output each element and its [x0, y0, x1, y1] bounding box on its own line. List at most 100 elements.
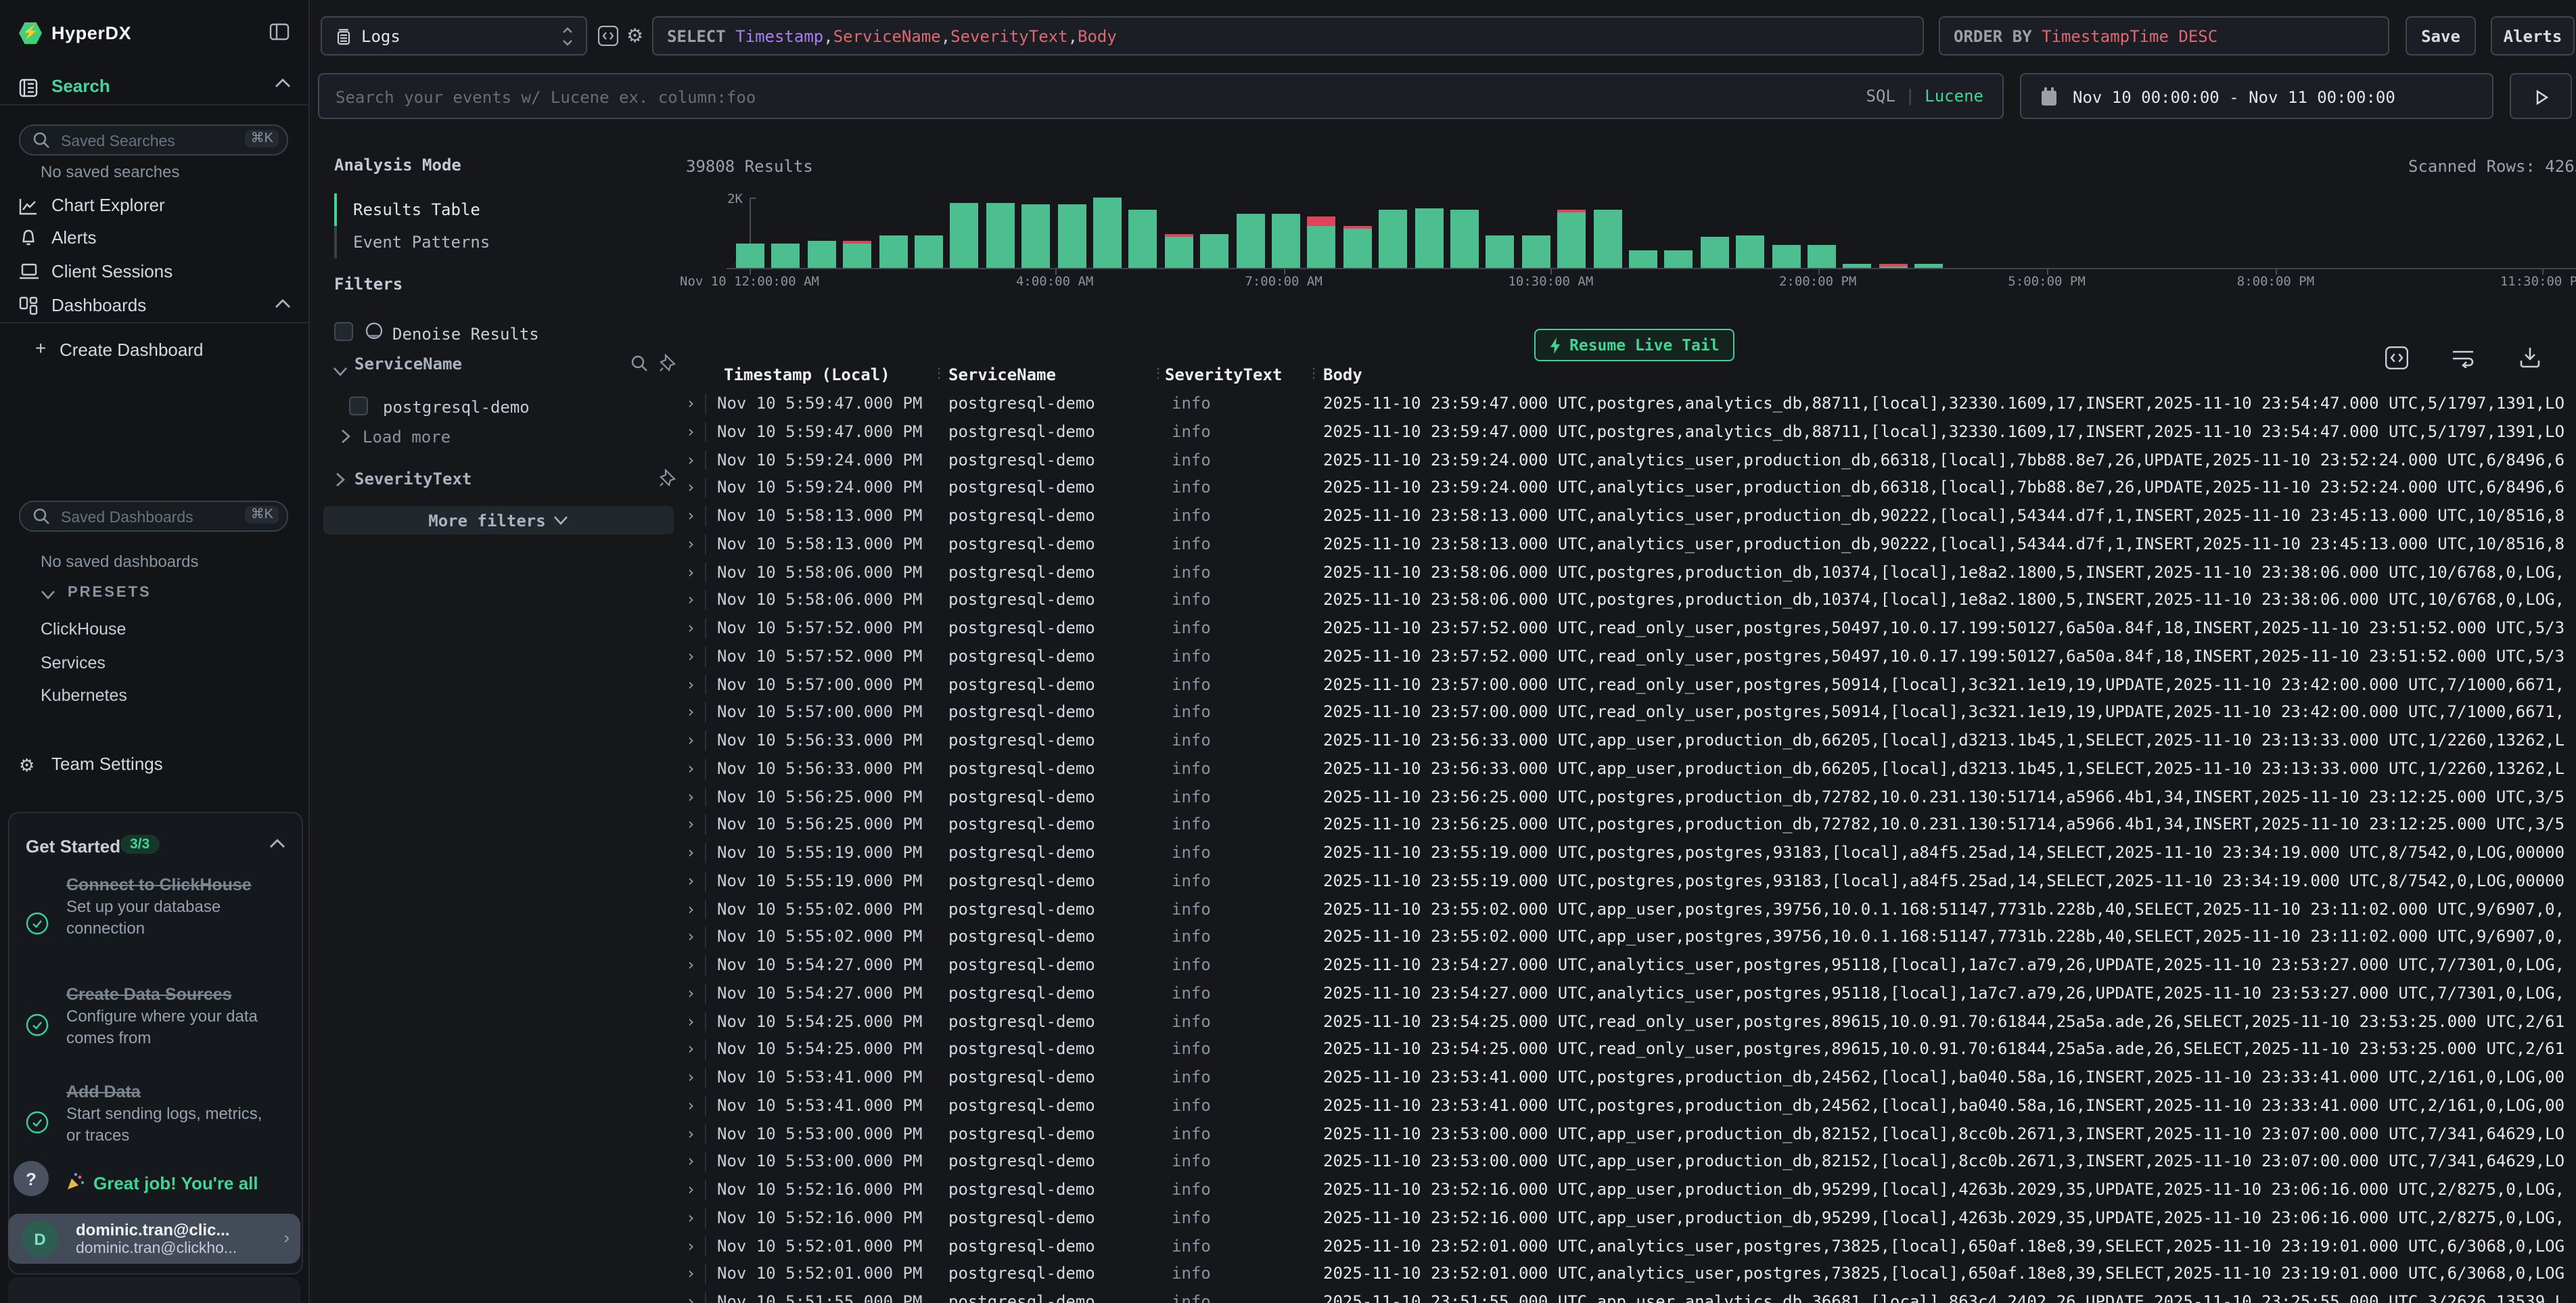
sidebar-item-dashboards[interactable]: Dashboards [51, 295, 146, 315]
denoise-checkbox[interactable] [334, 322, 353, 341]
tab-event-patterns[interactable]: Event Patterns [353, 233, 490, 252]
table-row[interactable]: ›Nov 10 5:57:00.000 PMpostgresql-demoinf… [679, 699, 2576, 727]
row-expand-chevron-icon[interactable]: › [686, 1232, 695, 1260]
preset-item-kubernetes[interactable]: Kubernetes [41, 686, 127, 705]
row-expand-chevron-icon[interactable]: › [686, 811, 695, 840]
row-expand-chevron-icon[interactable]: › [686, 1176, 695, 1204]
get-started-item[interactable]: Connect to ClickHouseSet up your databas… [26, 874, 283, 939]
row-expand-chevron-icon[interactable]: › [686, 1036, 695, 1064]
postgresql-demo-checkbox[interactable] [349, 396, 368, 415]
table-row[interactable]: ›Nov 10 5:59:47.000 PMpostgresql-demoinf… [679, 418, 2576, 447]
pin-icon[interactable] [659, 468, 676, 487]
row-expand-chevron-icon[interactable]: › [686, 867, 695, 896]
source-select[interactable]: Logs [321, 16, 587, 55]
table-row[interactable]: ›Nov 10 5:57:00.000 PMpostgresql-demoinf… [679, 670, 2576, 699]
row-expand-chevron-icon[interactable]: › [686, 418, 695, 447]
select-clause-input[interactable]: SELECT Timestamp,ServiceName,SeverityTex… [652, 16, 1924, 55]
table-row[interactable]: ›Nov 10 5:56:33.000 PMpostgresql-demoinf… [679, 727, 2576, 755]
preset-item-services[interactable]: Services [41, 653, 106, 672]
col-header-servicename[interactable]: ServiceName [948, 365, 1056, 384]
row-expand-chevron-icon[interactable]: › [686, 502, 695, 530]
table-row[interactable]: ›Nov 10 5:58:13.000 PMpostgresql-demoinf… [679, 502, 2576, 530]
filter-group-servicename[interactable]: ServiceName [354, 355, 462, 373]
saved-dashboards-input[interactable] [58, 502, 239, 533]
table-row[interactable]: ›Nov 10 5:53:00.000 PMpostgresql-demoinf… [679, 1148, 2576, 1176]
table-row[interactable]: ›Nov 10 5:56:25.000 PMpostgresql-demoinf… [679, 811, 2576, 840]
row-expand-chevron-icon[interactable]: › [686, 951, 695, 980]
table-row[interactable]: ›Nov 10 5:59:24.000 PMpostgresql-demoinf… [679, 474, 2576, 503]
table-row[interactable]: ›Nov 10 5:54:27.000 PMpostgresql-demoinf… [679, 951, 2576, 980]
table-row[interactable]: ›Nov 10 5:54:27.000 PMpostgresql-demoinf… [679, 980, 2576, 1008]
row-expand-chevron-icon[interactable]: › [686, 1120, 695, 1148]
chevron-right-icon[interactable] [336, 472, 345, 487]
help-button[interactable]: ? [14, 1161, 49, 1196]
chevron-up-icon[interactable] [275, 299, 291, 308]
lucene-mode-toggle[interactable]: Lucene [1925, 87, 1983, 106]
event-search-input[interactable] [333, 74, 1894, 120]
user-menu[interactable]: D dominic.tran@clic... dominic.tran@clic… [8, 1214, 300, 1264]
col-header-severitytext[interactable]: SeverityText [1165, 365, 1282, 384]
saved-dashboards-search[interactable]: ⌘K [19, 501, 288, 532]
table-row[interactable]: ›Nov 10 5:52:01.000 PMpostgresql-demoinf… [679, 1260, 2576, 1289]
date-range-picker[interactable]: Nov 10 00:00:00 - Nov 11 00:00:00 [2020, 73, 2493, 119]
sidebar-item-chart-explorer[interactable]: Chart Explorer [51, 195, 165, 215]
sidebar-item-search[interactable]: Search [51, 76, 110, 96]
table-code-view-icon[interactable] [2385, 346, 2408, 369]
row-expand-chevron-icon[interactable]: › [686, 895, 695, 923]
table-row[interactable]: ›Nov 10 5:58:06.000 PMpostgresql-demoinf… [679, 558, 2576, 587]
chevron-up-icon[interactable] [275, 78, 291, 88]
table-row[interactable]: ›Nov 10 5:58:13.000 PMpostgresql-demoinf… [679, 530, 2576, 559]
preset-item-clickhouse[interactable]: ClickHouse [41, 620, 126, 639]
row-expand-chevron-icon[interactable]: › [686, 980, 695, 1008]
column-resize-handle[interactable]: ⋮ [932, 367, 946, 382]
get-started-item[interactable]: Add DataStart sending logs, metrics, or … [26, 1081, 283, 1146]
table-row[interactable]: ›Nov 10 5:54:25.000 PMpostgresql-demoinf… [679, 1036, 2576, 1064]
row-expand-chevron-icon[interactable]: › [686, 1288, 695, 1303]
row-expand-chevron-icon[interactable]: › [686, 1148, 695, 1176]
table-row[interactable]: ›Nov 10 5:53:41.000 PMpostgresql-demoinf… [679, 1092, 2576, 1120]
table-row[interactable]: ›Nov 10 5:52:16.000 PMpostgresql-demoinf… [679, 1204, 2576, 1233]
row-expand-chevron-icon[interactable]: › [686, 923, 695, 952]
pin-icon[interactable] [659, 353, 676, 372]
create-dashboard-button[interactable]: Create Dashboard [60, 340, 203, 360]
load-more-link[interactable]: Load more [363, 428, 451, 447]
saved-searches-search[interactable]: ⌘K [19, 124, 288, 156]
table-row[interactable]: ›Nov 10 5:51:55.000 PMpostgresql-demoinf… [679, 1288, 2576, 1303]
table-row[interactable]: ›Nov 10 5:55:02.000 PMpostgresql-demoinf… [679, 895, 2576, 923]
sidebar-item-client-sessions[interactable]: Client Sessions [51, 261, 172, 281]
table-row[interactable]: ›Nov 10 5:52:01.000 PMpostgresql-demoinf… [679, 1232, 2576, 1260]
row-expand-chevron-icon[interactable]: › [686, 558, 695, 587]
table-row[interactable]: ›Nov 10 5:53:00.000 PMpostgresql-demoinf… [679, 1120, 2576, 1148]
table-row[interactable]: ›Nov 10 5:52:16.000 PMpostgresql-demoinf… [679, 1176, 2576, 1204]
events-histogram[interactable]: 2K 0 Nov 10 12:00:00 AM4:00:00 AM7:00:00… [686, 196, 2576, 294]
table-row[interactable]: ›Nov 10 5:54:25.000 PMpostgresql-demoinf… [679, 1007, 2576, 1036]
more-filters-button[interactable]: More filters [323, 506, 674, 534]
table-row[interactable]: ›Nov 10 5:56:25.000 PMpostgresql-demoinf… [679, 783, 2576, 811]
row-expand-chevron-icon[interactable]: › [686, 755, 695, 783]
filter-group-severitytext[interactable]: SeverityText [354, 470, 472, 488]
resume-live-tail-button[interactable]: Resume Live Tail [1534, 329, 1734, 361]
table-row[interactable]: ›Nov 10 5:59:24.000 PMpostgresql-demoinf… [679, 446, 2576, 474]
row-expand-chevron-icon[interactable]: › [686, 1007, 695, 1036]
event-search-box[interactable]: SQL | Lucene [318, 73, 2004, 119]
chevron-up-icon[interactable] [269, 839, 285, 848]
sidebar-item-alerts[interactable]: Alerts [51, 227, 96, 248]
table-row[interactable]: ›Nov 10 5:57:52.000 PMpostgresql-demoinf… [679, 614, 2576, 643]
col-header-timestamp[interactable]: Timestamp (Local) [724, 365, 890, 384]
row-expand-chevron-icon[interactable]: › [686, 1064, 695, 1092]
row-expand-chevron-icon[interactable]: › [686, 670, 695, 699]
column-resize-handle[interactable]: ⋮ [1307, 367, 1320, 382]
save-button[interactable]: Save [2406, 16, 2476, 55]
col-header-body[interactable]: Body [1323, 365, 1362, 384]
table-row[interactable]: ›Nov 10 5:55:19.000 PMpostgresql-demoinf… [679, 839, 2576, 867]
table-row[interactable]: ›Nov 10 5:55:19.000 PMpostgresql-demoinf… [679, 867, 2576, 896]
run-query-button[interactable] [2510, 73, 2572, 119]
row-expand-chevron-icon[interactable]: › [686, 699, 695, 727]
search-icon[interactable] [630, 355, 648, 372]
table-row[interactable]: ›Nov 10 5:55:02.000 PMpostgresql-demoinf… [679, 923, 2576, 952]
row-expand-chevron-icon[interactable]: › [686, 446, 695, 474]
row-expand-chevron-icon[interactable]: › [686, 474, 695, 503]
row-expand-chevron-icon[interactable]: › [686, 530, 695, 559]
code-view-icon[interactable] [598, 26, 618, 46]
row-expand-chevron-icon[interactable]: › [686, 727, 695, 755]
